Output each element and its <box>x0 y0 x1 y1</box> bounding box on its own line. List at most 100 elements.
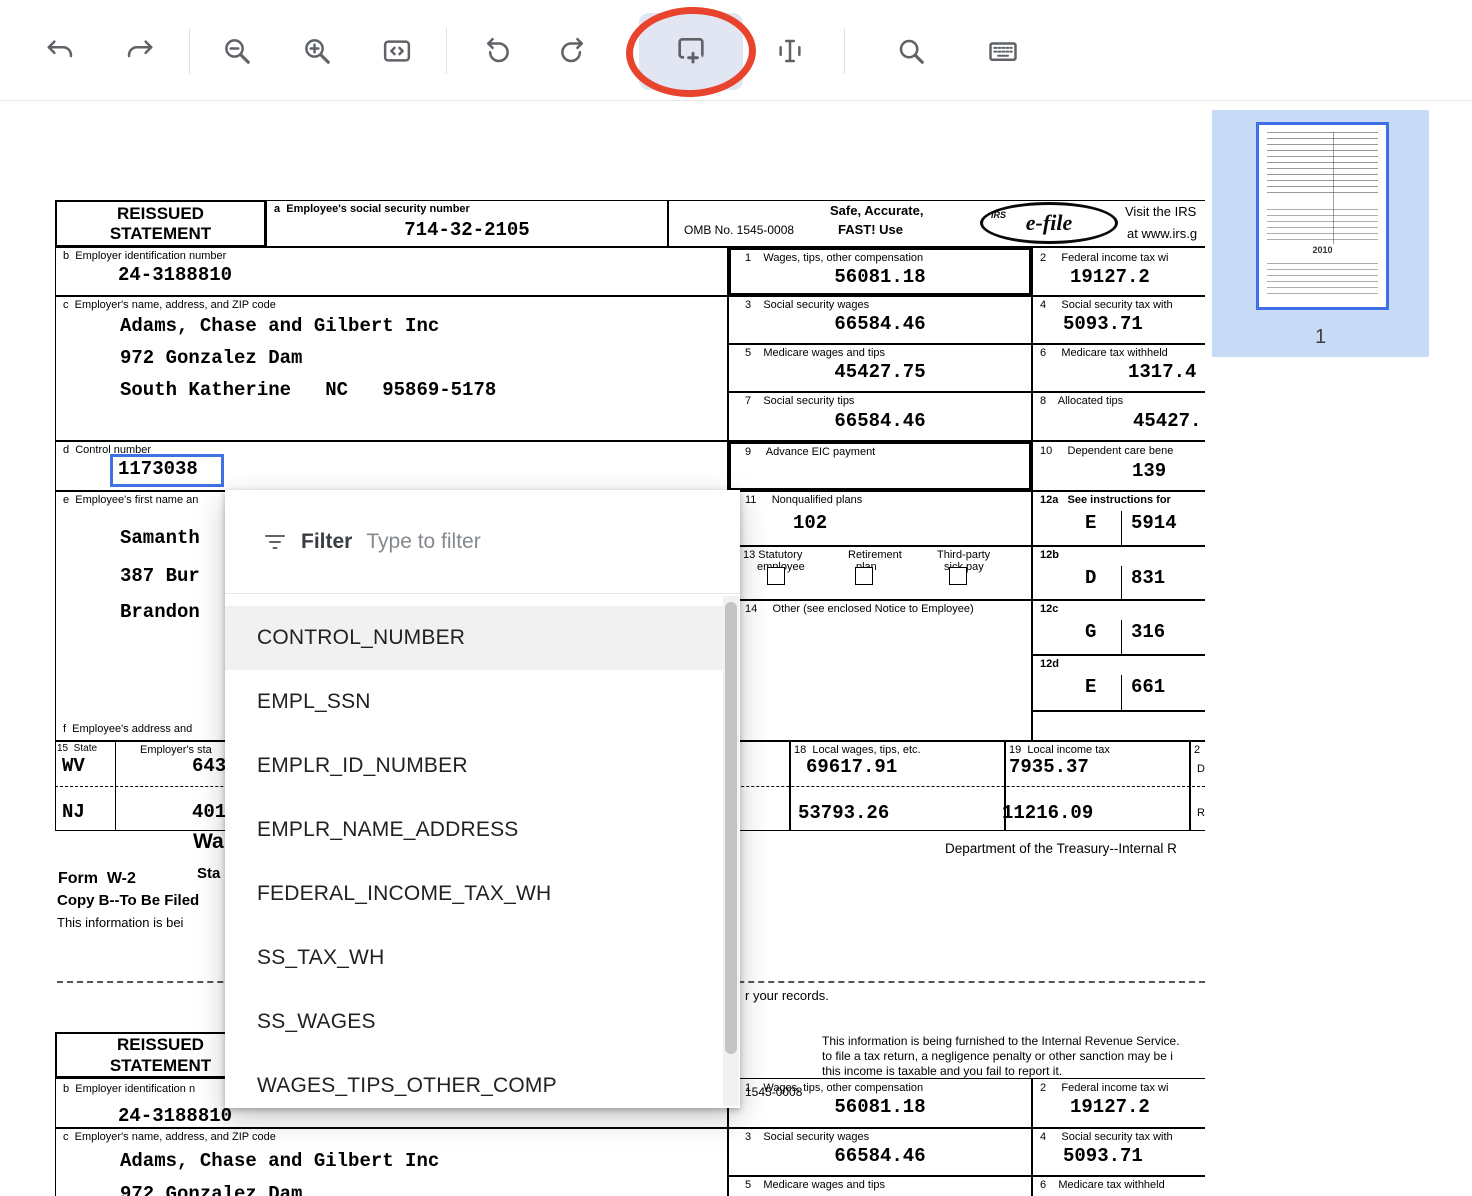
wage-statement-cut: Wa <box>193 830 224 854</box>
box-12c-label: 12c <box>1040 603 1058 615</box>
box-20-label: 2 <box>1194 744 1200 756</box>
box-4-2-label: 4 Social security tax with <box>1040 1131 1173 1143</box>
box-5-value: 45427.75 <box>728 361 1032 383</box>
box-2-2-label: 2 Federal income tax wi <box>1040 1082 1168 1094</box>
box-12a-value: 5914 <box>1131 512 1177 534</box>
undo-icon <box>45 36 75 66</box>
rotate-left-icon <box>482 36 512 66</box>
box-14 <box>728 600 1032 741</box>
box-12d-divider <box>1121 675 1122 711</box>
add-region-tool-button[interactable] <box>667 26 715 74</box>
keyboard-icon <box>988 36 1018 66</box>
efile-logo: IRS e-file <box>980 202 1118 244</box>
irs-text: IRS <box>991 210 1006 220</box>
field-item-emplr-id-number[interactable]: EMPLR_ID_NUMBER <box>225 734 724 798</box>
furnish-line1: This information is being furnished to t… <box>822 1034 1180 1048</box>
field-item-ss-tax-wh[interactable]: SS_TAX_WH <box>225 926 724 990</box>
zoom-out-button[interactable] <box>213 27 261 75</box>
box-5-2-label: 5 Medicare wages and tips <box>745 1179 885 1191</box>
app-root: REISSUED STATEMENT a Employee's social s… <box>0 0 1472 1196</box>
page-number-label: 1 <box>1212 326 1429 349</box>
retirement-plan-checkbox[interactable] <box>855 567 873 585</box>
box-12d-code: E <box>1085 676 1096 698</box>
page-thumbnail[interactable]: 2010 <box>1256 122 1389 310</box>
box-12c-value: 316 <box>1131 621 1165 643</box>
box-c-2-label: c Employer's name, address, and ZIP code <box>63 1131 276 1143</box>
state-1-id: 643 <box>192 755 226 777</box>
field-item-wages-tips-other-comp[interactable]: WAGES_TIPS_OTHER_COMP <box>225 1054 724 1108</box>
box-7-value: 66584.46 <box>728 410 1032 432</box>
text-selection-icon <box>775 36 805 66</box>
employee-line2: 387 Bur <box>120 565 200 587</box>
filter-icon <box>263 530 287 554</box>
thumbnail-panel: 2010 1 <box>1212 110 1429 357</box>
box-12d-label: 12d <box>1040 658 1059 670</box>
rotate-right-icon <box>558 36 588 66</box>
box-19-value-2: 11216.09 <box>1002 802 1093 824</box>
box-1-value: 56081.18 <box>728 266 1032 288</box>
statutory-employee-checkbox[interactable] <box>767 567 785 585</box>
furnish-line3: this income is taxable and you fail to r… <box>822 1064 1062 1078</box>
box-4-label: 4 Social security tax with <box>1040 299 1173 311</box>
box-18-label: 18 Local wages, tips, etc. <box>794 744 921 756</box>
locality-1: D <box>1197 763 1205 775</box>
safe-accurate-text: Safe, Accurate, <box>830 203 923 218</box>
field-item-ss-wages[interactable]: SS_WAGES <box>225 990 724 1054</box>
dropdown-scrollbar-thumb[interactable] <box>725 602 737 1054</box>
field-item-emplr-name-address[interactable]: EMPLR_NAME_ADDRESS <box>225 798 724 862</box>
box-15-label: 15 State <box>57 743 97 754</box>
visit-irs-text: Visit the IRS <box>1125 204 1196 219</box>
form-w2-label: Form W-2 <box>58 870 136 888</box>
fast-use-text: FAST! Use <box>838 222 903 237</box>
keyboard-button[interactable] <box>979 27 1027 75</box>
box-13-label-3a: Third-party <box>937 549 990 561</box>
thumbnail-year: 2010 <box>1259 245 1386 255</box>
box-12b-value: 831 <box>1131 567 1165 589</box>
reissued-line1: REISSUED <box>55 204 266 224</box>
zoom-in-button[interactable] <box>293 27 341 75</box>
field-list: CONTROL_NUMBER EMPL_SSN EMPLR_ID_NUMBER … <box>225 594 740 1108</box>
box-f-label: f Employee's address and <box>63 723 192 735</box>
thumbnail-content-bottom <box>1267 263 1378 297</box>
box-3-value: 66584.46 <box>728 313 1032 335</box>
box-13-label-1a: 13 Statutory <box>743 549 802 561</box>
third-party-sick-pay-checkbox[interactable] <box>949 567 967 585</box>
ein-value: 24-3188810 <box>118 264 232 286</box>
efile-text: e-file <box>1026 210 1072 236</box>
reissued-line2: STATEMENT <box>55 224 266 244</box>
box-18-value-1: 69617.91 <box>806 756 897 778</box>
toolbar <box>0 0 1472 101</box>
box-1-label: 1 Wages, tips, other compensation <box>745 252 923 264</box>
employee-line1: Samanth <box>120 527 200 549</box>
box-2-2-value: 19127.2 <box>1070 1096 1150 1118</box>
rotate-right-button[interactable] <box>549 27 597 75</box>
box-19-value-1: 7935.37 <box>1009 756 1089 778</box>
filter-input[interactable] <box>366 530 666 554</box>
treasury-text: Department of the Treasury--Internal R <box>945 841 1177 856</box>
field-item-empl-ssn[interactable]: EMPL_SSN <box>225 670 724 734</box>
box-12a-divider <box>1121 511 1122 546</box>
redo-button[interactable] <box>116 27 164 75</box>
box-12c-divider <box>1121 620 1122 655</box>
filter-label: Filter <box>301 530 352 554</box>
control-number-selection[interactable] <box>110 454 224 487</box>
fit-width-button[interactable] <box>373 27 421 75</box>
info-cut-text: This information is bei <box>57 915 183 930</box>
box-12a-label: 12a See instructions for <box>1040 494 1171 506</box>
visit-url-text: at www.irs.g <box>1127 226 1197 241</box>
box-2-label: 2 Federal income tax wi <box>1040 252 1168 264</box>
box-12b-label: 12b <box>1040 549 1059 561</box>
rotate-left-button[interactable] <box>473 27 521 75</box>
undo-button[interactable] <box>36 27 84 75</box>
box-3-label: 3 Social security wages <box>745 299 869 311</box>
employer-name: Adams, Chase and Gilbert Inc <box>120 315 439 337</box>
box-13-label-2a: Retirement <box>848 549 902 561</box>
field-item-control-number[interactable]: CONTROL_NUMBER <box>225 606 724 670</box>
box-7-label: 7 Social security tips <box>745 395 854 407</box>
search-button[interactable] <box>887 27 935 75</box>
text-selection-tool-button[interactable] <box>766 27 814 75</box>
field-item-federal-income-tax-wh[interactable]: FEDERAL_INCOME_TAX_WH <box>225 862 724 926</box>
employer-city: South Katherine NC 95869-5178 <box>120 379 496 401</box>
ssn-value: 714-32-2105 <box>266 219 668 241</box>
box-8-label: 8 Allocated tips <box>1040 395 1123 407</box>
